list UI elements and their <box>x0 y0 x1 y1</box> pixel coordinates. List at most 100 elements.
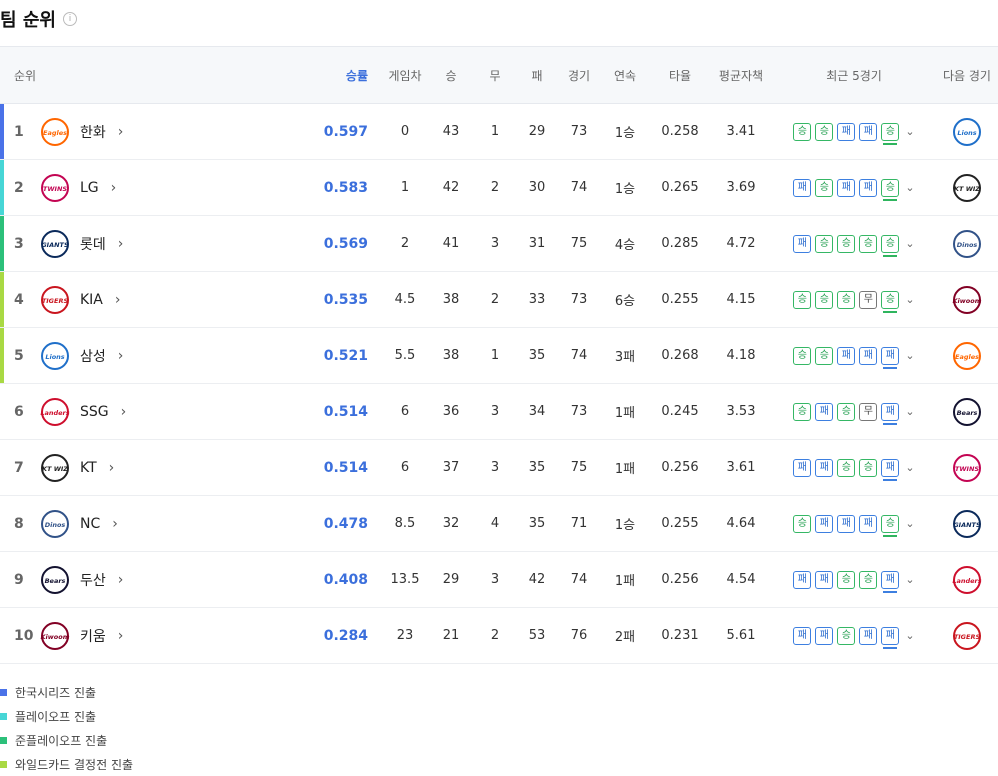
next-opponent-logo-icon: Lions <box>953 117 981 146</box>
next-game-cell[interactable]: Kiwoom <box>936 272 998 328</box>
col-games-behind[interactable]: 게임차 <box>382 47 428 104</box>
team-name-link[interactable]: 키움 <box>80 626 106 646</box>
team-name-link[interactable]: SSG <box>80 404 109 420</box>
team-logo-icon: Kiwoom <box>41 621 70 650</box>
wins: 37 <box>442 460 460 475</box>
wins: 43 <box>442 124 460 139</box>
table-row: 4 TIGERS KIA › 0.535 4.5 38 2 33 73 6승 0.255 4.15 승 승 승… <box>0 272 998 328</box>
win-pct: 0.535 <box>323 291 368 308</box>
next-game-cell[interactable]: Eagles <box>936 328 998 384</box>
chevron-down-icon[interactable]: ⌄ <box>905 125 914 138</box>
chevron-down-icon[interactable]: ⌄ <box>905 349 914 362</box>
col-era[interactable]: 평균자책 <box>710 47 772 104</box>
next-game-cell[interactable]: TIGERS <box>936 608 998 664</box>
team-name-link[interactable]: KT <box>80 460 97 476</box>
col-games[interactable]: 경기 <box>558 47 600 104</box>
recent-5-cell[interactable]: 패 패 승 승 패 ⌄ <box>772 440 936 496</box>
era: 3.41 <box>726 124 756 139</box>
team-cell[interactable]: TIGERS KIA › <box>40 272 180 328</box>
games-played: 73 <box>570 124 588 139</box>
team-cell[interactable]: Dinos NC › <box>40 496 180 552</box>
games-played: 74 <box>570 180 588 195</box>
chevron-right-icon: › <box>112 515 118 532</box>
next-game-cell[interactable]: TWINS <box>936 440 998 496</box>
chevron-down-icon[interactable]: ⌄ <box>905 181 914 194</box>
col-avg[interactable]: 타율 <box>650 47 710 104</box>
recent-5-cell[interactable]: 패 승 승 승 승 ⌄ <box>772 216 936 272</box>
recent-result-badge: 승 <box>793 402 812 421</box>
next-opponent-logo-icon: Eagles <box>953 341 981 370</box>
rank-cell: 4 <box>0 272 40 328</box>
team-name-link[interactable]: LG <box>80 180 99 196</box>
team-cell[interactable]: Bears 두산 › <box>40 552 180 608</box>
team-logo-icon: Lions <box>41 341 69 370</box>
recent-5-cell[interactable]: 승 승 패 패 승 ⌄ <box>772 104 936 160</box>
team-cell[interactable]: Kiwoom 키움 › <box>40 608 180 664</box>
recent-result-badge: 승 <box>859 570 878 589</box>
legend-label: 와일드카드 결정전 진출 <box>15 757 134 772</box>
col-win-pct[interactable]: 승률 <box>180 47 382 104</box>
svg-text:Kiwoom: Kiwoom <box>953 297 982 305</box>
recent-5-cell[interactable]: 승 패 승 무 패 ⌄ <box>772 384 936 440</box>
next-game-cell[interactable]: KT WIZ <box>936 160 998 216</box>
recent-result-badge: 패 <box>793 234 812 253</box>
chevron-down-icon[interactable]: ⌄ <box>905 293 914 306</box>
chevron-down-icon[interactable]: ⌄ <box>905 573 914 586</box>
recent-5-cell[interactable]: 패 승 패 패 승 ⌄ <box>772 160 936 216</box>
recent-result-badge: 패 <box>793 570 812 589</box>
team-name-link[interactable]: NC <box>80 516 100 532</box>
chevron-down-icon[interactable]: ⌄ <box>905 517 914 530</box>
chevron-down-icon[interactable]: ⌄ <box>905 237 914 250</box>
team-name-link[interactable]: 두산 <box>80 570 106 590</box>
next-game-cell[interactable]: Landers <box>936 552 998 608</box>
draws: 3 <box>490 572 500 587</box>
recent-5-cell[interactable]: 승 승 승 무 승 ⌄ <box>772 272 936 328</box>
recent-result-badge: 승 <box>793 290 812 309</box>
chevron-down-icon[interactable]: ⌄ <box>905 629 914 642</box>
recent-result-badge: 승 <box>837 402 856 421</box>
team-name-link[interactable]: KIA <box>80 292 103 308</box>
batting-avg: 0.285 <box>661 236 699 251</box>
recent-result-badge: 무 <box>859 402 878 421</box>
recent-5-cell[interactable]: 패 패 승 패 패 ⌄ <box>772 608 936 664</box>
svg-text:TIGERS: TIGERS <box>954 633 981 641</box>
legend-color-swatch <box>0 712 7 720</box>
svg-text:Eagles: Eagles <box>43 129 67 137</box>
col-draws[interactable]: 무 <box>474 47 516 104</box>
team-cell[interactable]: KT WIZ KT › <box>40 440 180 496</box>
next-game-cell[interactable]: Bears <box>936 384 998 440</box>
chevron-down-icon[interactable]: ⌄ <box>905 461 914 474</box>
team-cell[interactable]: GIANTS 롯데 › <box>40 216 180 272</box>
next-game-cell[interactable]: Lions <box>936 104 998 160</box>
team-name-link[interactable]: 삼성 <box>80 346 106 366</box>
recent-result-badge: 승 <box>793 346 812 365</box>
recent-result-badge: 승 <box>815 122 834 141</box>
recent-5-cell[interactable]: 승 승 패 패 패 ⌄ <box>772 328 936 384</box>
recent-5-cell[interactable]: 승 패 패 패 승 ⌄ <box>772 496 936 552</box>
streak: 4승 <box>614 238 636 253</box>
col-streak[interactable]: 연속 <box>600 47 650 104</box>
team-name-link[interactable]: 한화 <box>80 122 106 142</box>
recent-result-badge: 승 <box>815 346 834 365</box>
col-losses[interactable]: 패 <box>516 47 558 104</box>
team-cell[interactable]: Eagles 한화 › <box>40 104 180 160</box>
col-rank[interactable]: 순위 <box>0 47 180 104</box>
recent-result-badge: 패 <box>881 570 900 593</box>
team-cell[interactable]: TWINS LG › <box>40 160 180 216</box>
info-circle-icon[interactable]: i <box>62 12 77 26</box>
recent-result-badge: 패 <box>837 122 856 141</box>
streak: 1패 <box>614 574 636 589</box>
recent-result-badge: 승 <box>881 234 900 257</box>
col-wins[interactable]: 승 <box>428 47 474 104</box>
recent-result-badge: 패 <box>815 626 834 645</box>
recent-5-cell[interactable]: 패 패 승 승 패 ⌄ <box>772 552 936 608</box>
team-cell[interactable]: Landers SSG › <box>40 384 180 440</box>
next-game-cell[interactable]: GIANTS <box>936 496 998 552</box>
team-name-link[interactable]: 롯데 <box>80 234 106 254</box>
team-cell[interactable]: Lions 삼성 › <box>40 328 180 384</box>
chevron-down-icon[interactable]: ⌄ <box>905 405 914 418</box>
rank-cell: 9 <box>0 552 40 608</box>
rank-number: 8 <box>14 515 24 532</box>
games-behind: 6 <box>400 404 410 419</box>
next-game-cell[interactable]: Dinos <box>936 216 998 272</box>
